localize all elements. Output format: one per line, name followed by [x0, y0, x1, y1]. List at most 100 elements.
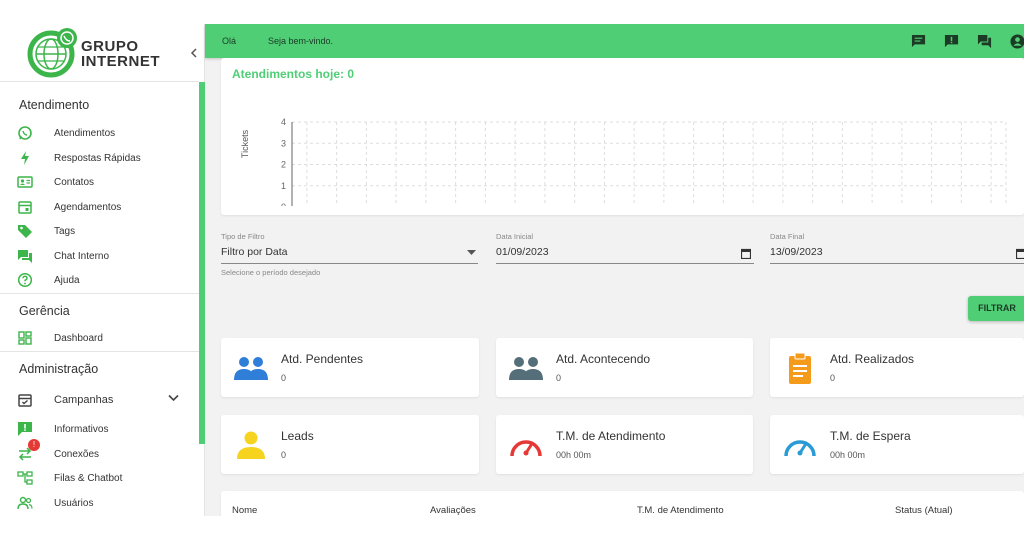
calendar-picker-icon[interactable] — [741, 248, 751, 259]
chevron-left-icon — [190, 48, 197, 58]
contact-card-icon — [17, 176, 33, 188]
section-title-administracao: Administração — [19, 362, 99, 376]
sidebar-item-label: Usuários — [54, 497, 94, 509]
end-date-value: 13/09/2023 — [770, 246, 823, 258]
account-icon[interactable] — [1010, 34, 1024, 49]
alert-message-icon[interactable] — [944, 34, 959, 49]
sidebar-item-contatos[interactable]: Contatos — [0, 171, 199, 193]
end-date-underline — [770, 263, 1024, 264]
clipboard-icon — [789, 352, 811, 384]
sidebar-item-ajuda[interactable]: Ajuda — [0, 269, 199, 291]
filter-type-underline — [221, 263, 478, 264]
sidebar-item-campanhas[interactable]: Campanhas — [0, 389, 199, 411]
top-bar: Olá Seja bem-vindo. — [205, 24, 1024, 58]
sidebar-item-label: Filas & Chatbot — [54, 472, 123, 484]
divider — [0, 351, 199, 352]
people-icon — [234, 357, 268, 380]
stat-value: 00h 00m — [830, 450, 866, 460]
divider — [0, 293, 199, 294]
chevron-down-icon — [168, 394, 179, 402]
sidebar-item-label: Campanhas — [54, 394, 114, 406]
sidebar: GRUPO INTERNET Atendimento Atendimentos … — [0, 24, 205, 516]
stat-value: 0 — [281, 373, 287, 383]
sidebar-item-dashboard[interactable]: Dashboard — [0, 327, 199, 349]
chart-title: Atendimentos hoje: 0 — [232, 67, 355, 81]
flash-icon — [21, 151, 29, 165]
y-tick-label: 4 — [281, 117, 286, 127]
sidebar-item-label: Respostas Rápidas — [54, 152, 141, 164]
start-date-label: Data Inicial — [496, 232, 534, 241]
forum-icon[interactable] — [977, 34, 992, 49]
filter-type-label: Tipo de Filtro — [221, 232, 265, 241]
sidebar-item-informativos[interactable]: Informativos — [0, 418, 199, 440]
stat-value: 00h 00m — [556, 450, 592, 460]
y-tick-label: 2 — [281, 160, 286, 170]
table-header-status: Status (Atual) — [895, 505, 953, 516]
sidebar-item-agendamentos[interactable]: Agendamentos — [0, 196, 199, 218]
globe-logo-icon — [27, 28, 77, 78]
table-header-tm-atendimento: T.M. de Atendimento — [637, 505, 724, 516]
stat-value: 0 — [281, 450, 287, 460]
stat-value: 0 — [556, 373, 562, 383]
people-icon — [509, 357, 543, 380]
filter-area — [205, 220, 1024, 322]
dashboard-icon — [18, 331, 32, 345]
whatsapp-icon — [18, 126, 32, 140]
brand-line-1: GRUPO — [81, 38, 139, 55]
stat-title: Leads — [281, 429, 314, 443]
sidebar-item-label: Informativos — [54, 423, 109, 435]
sidebar-item-label: Dashboard — [54, 332, 103, 344]
stat-card-acontecendo: Atd. Acontecendo 0 — [496, 338, 753, 397]
chat-icon — [18, 250, 32, 263]
stat-title: Atd. Acontecendo — [556, 352, 651, 366]
start-date-underline — [496, 263, 754, 264]
sidebar-item-tags[interactable]: Tags — [0, 220, 199, 242]
stat-card-tm-atendimento: T.M. de Atendimento 00h 00m — [496, 415, 753, 474]
stat-title: T.M. de Espera — [830, 429, 911, 443]
section-title-gerencia: Gerência — [19, 304, 70, 318]
calendar-picker-icon[interactable] — [1016, 248, 1024, 259]
sidebar-item-filas-chatbot[interactable]: Filas & Chatbot — [0, 467, 199, 489]
stat-card-pendentes: Atd. Pendentes 0 — [221, 338, 479, 397]
filter-type-select[interactable]: Filtro por Data — [221, 246, 478, 264]
message-icon[interactable] — [911, 34, 926, 49]
stat-value: 0 — [830, 373, 836, 383]
calendar-icon — [18, 201, 32, 214]
sidebar-item-respostas-rapidas[interactable]: Respostas Rápidas — [0, 147, 199, 169]
start-date-value: 01/09/2023 — [496, 246, 549, 258]
stat-card-realizados: Atd. Realizados 0 — [770, 338, 1024, 397]
filter-type-help: Selecione o período desejado — [221, 268, 321, 277]
dropdown-arrow-icon — [467, 250, 476, 255]
tag-icon — [18, 225, 32, 238]
collapse-sidebar-button[interactable] — [190, 46, 198, 61]
sidebar-item-label: Ajuda — [54, 274, 80, 286]
filter-type-value: Filtro por Data — [221, 246, 288, 258]
start-date-input[interactable]: 01/09/2023 — [496, 246, 754, 264]
users-icon — [17, 496, 33, 510]
app-window: GRUPO INTERNET Atendimento Atendimentos … — [0, 24, 1024, 516]
sidebar-item-label: Tags — [54, 225, 76, 237]
sidebar-item-usuarios[interactable]: Usuários — [0, 492, 199, 514]
y-tick-label: 3 — [281, 138, 286, 148]
filter-button[interactable]: FILTRAR — [968, 296, 1024, 321]
sidebar-item-label: Conexões — [54, 448, 100, 460]
hierarchy-icon — [17, 471, 33, 485]
sidebar-item-atendimentos[interactable]: Atendimentos — [0, 122, 199, 144]
table-header-avaliacoes: Avaliações — [430, 505, 476, 516]
sidebar-item-label: Chat Interno — [54, 250, 110, 262]
end-date-label: Data Final — [770, 232, 805, 241]
person-icon — [237, 431, 265, 459]
sidebar-item-chat-interno[interactable]: Chat Interno — [0, 245, 199, 267]
stat-card-leads: Leads 0 — [221, 415, 479, 474]
sidebar-item-label: Atendimentos — [54, 127, 116, 139]
welcome-text: Seja bem-vindo. — [268, 36, 334, 46]
section-title-atendimento: Atendimento — [19, 98, 90, 112]
brand-line-2: INTERNET — [81, 53, 160, 70]
end-date-input[interactable]: 13/09/2023 — [770, 246, 1024, 264]
sidebar-item-label: Agendamentos — [54, 201, 122, 213]
stat-title: Atd. Pendentes — [281, 352, 364, 366]
event-icon — [18, 394, 32, 407]
brand-logo: GRUPO INTERNET — [27, 26, 167, 80]
sidebar-item-conexoes[interactable]: ! Conexões — [0, 439, 199, 465]
stat-card-tm-espera: T.M. de Espera 00h 00m — [770, 415, 1024, 474]
